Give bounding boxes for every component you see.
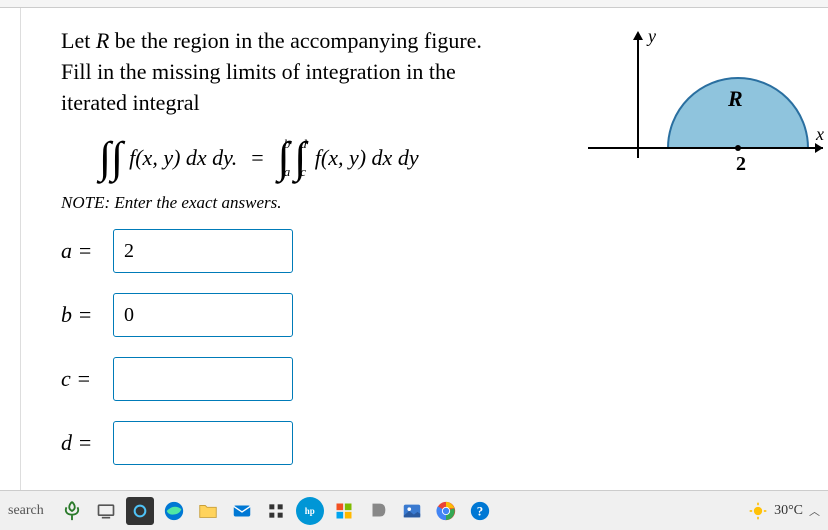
svg-text:?: ? [477,504,483,518]
chevron-up-icon[interactable]: ︿ [809,503,820,519]
problem-content: Let R be the region in the accompanying … [20,8,828,490]
equals-sign: = [251,145,263,171]
input-d[interactable] [113,421,293,465]
window-top-bar [0,0,828,8]
y-axis-arrow [633,31,643,40]
label-b: b = [61,302,113,328]
temp-value: 30°C [774,503,803,519]
problem-statement: Let R be the region in the accompanying … [61,26,601,118]
mail-icon[interactable] [228,497,256,525]
sun-icon [748,501,768,521]
help-icon[interactable]: ? [466,497,494,525]
photos-icon[interactable] [398,497,426,525]
x-axis-label: x [815,124,824,144]
input-b[interactable] [113,293,293,337]
windows-taskbar[interactable]: search hp ? 30°C ︿ [0,490,828,530]
taskbar-search-text[interactable]: search [8,503,44,519]
figure-svg: y x 2 R [588,28,828,208]
microsoft-store-icon[interactable] [330,497,358,525]
label-d: d = [61,430,113,456]
chrome-icon[interactable] [432,497,460,525]
answer-row-c: c = [61,357,828,401]
app-icon-1[interactable] [262,497,290,525]
answer-row-b: b = [61,293,828,337]
cortana-icon[interactable] [126,497,154,525]
input-c[interactable] [113,357,293,401]
text-line-3: iterated integral [61,90,200,115]
region-label: R [727,86,743,111]
y-axis-label: y [646,28,656,46]
taskbar-plant-icon[interactable] [58,497,86,525]
label-a: a = [61,238,113,264]
task-view-icon[interactable] [92,497,120,525]
answer-row-a: a = [61,229,828,273]
file-explorer-icon[interactable] [194,497,222,525]
x-axis-arrow [815,143,823,153]
taskbar-weather[interactable]: 30°C ︿ [748,501,820,521]
edge-icon[interactable] [160,497,188,525]
double-integral-symbol: ∫∫ [99,132,123,183]
center-point [735,145,741,151]
label-c: c = [61,366,113,392]
app-icon-2[interactable] [364,497,392,525]
hp-icon[interactable]: hp [296,497,324,525]
text-line-2: Fill in the missing limits of integratio… [61,59,456,84]
answer-row-d: d = [61,421,828,465]
text-line-1: Let R be the region in the accompanying … [61,28,482,53]
region-figure: y x 2 R [588,28,828,208]
tick-label-2: 2 [736,153,746,175]
input-a[interactable] [113,229,293,273]
